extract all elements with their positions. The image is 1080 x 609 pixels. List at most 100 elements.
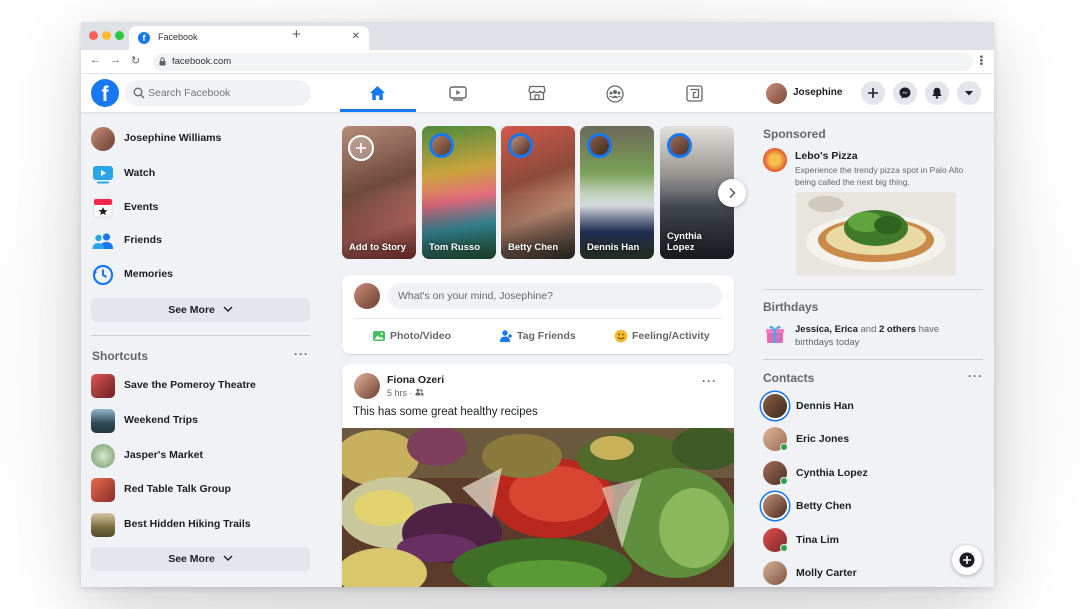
story-avatar: [429, 133, 454, 158]
groups-icon: [606, 85, 624, 103]
action-label: Feeling/Activity: [632, 330, 710, 342]
contact-name: Eric Jones: [796, 433, 850, 445]
tab-groups[interactable]: [577, 74, 653, 112]
tab-title: Facebook: [158, 32, 198, 42]
story-card[interactable]: Dennis Han: [580, 126, 654, 259]
story-avatar: [508, 133, 533, 158]
contact-item[interactable]: Eric Jones: [763, 426, 963, 454]
stories-next-button[interactable]: [718, 179, 746, 207]
tag-friends-button[interactable]: Tag Friends: [499, 328, 589, 346]
notifications-button[interactable]: [925, 81, 949, 105]
post-composer: What's on your mind, Josephine? Photo/Vi…: [342, 275, 734, 354]
story-name: Cynthia Lopez: [667, 231, 702, 253]
url-text: facebook.com: [172, 56, 232, 67]
reload-icon[interactable]: ↻: [131, 54, 140, 67]
tab-gaming[interactable]: [657, 74, 733, 112]
store-icon: [528, 85, 546, 101]
shortcuts-options-icon[interactable]: ···: [294, 347, 309, 361]
messenger-button[interactable]: [893, 81, 917, 105]
facebook-header: f Josephine: [81, 74, 994, 112]
sponsored-ad[interactable]: Lebo's Pizza Experience the trendy pizza…: [763, 148, 983, 278]
birthdays-notice[interactable]: Jessica, Erica and 2 others have birthda…: [763, 322, 983, 352]
contact-item[interactable]: Tina Lim: [763, 527, 963, 555]
forward-icon[interactable]: →: [110, 54, 121, 66]
shortcut-label: Best Hidden Hiking Trails: [124, 518, 251, 530]
browser-menu-icon[interactable]: •••: [975, 55, 986, 66]
contact-item[interactable]: Dennis Han: [763, 393, 963, 421]
browser-tab[interactable]: f Facebook ✕: [129, 26, 369, 50]
sponsored-title: Sponsored: [763, 127, 826, 141]
search-box[interactable]: [125, 80, 311, 106]
chevron-right-icon: [729, 187, 736, 199]
feeling-icon: [614, 329, 628, 343]
action-label: Tag Friends: [517, 330, 576, 342]
post-timestamp[interactable]: 5 hrs ·: [387, 388, 424, 398]
tab-watch[interactable]: [420, 74, 496, 112]
shortcut-label: Jasper's Market: [124, 449, 203, 461]
events-icon: [93, 198, 113, 218]
shortcut-item[interactable]: Jasper's Market: [91, 441, 311, 471]
birthday-names: Jessica, Erica: [795, 324, 858, 335]
feeling-activity-button[interactable]: Feeling/Activity: [614, 328, 724, 346]
avatar: [354, 283, 380, 309]
tab-close-icon[interactable]: ✕: [352, 31, 360, 42]
contacts-title: Contacts: [763, 371, 815, 385]
search-input[interactable]: [148, 85, 303, 101]
story-avatar: [667, 133, 692, 158]
account-menu-button[interactable]: [957, 81, 981, 105]
right-divider: [763, 359, 983, 360]
sidebar-item-label: Josephine Williams: [124, 132, 222, 144]
see-more-button[interactable]: See More: [91, 298, 310, 322]
new-message-button[interactable]: [952, 545, 982, 575]
profile-name: Josephine: [793, 87, 843, 98]
close-window-button[interactable]: [89, 31, 98, 40]
story-name: Betty Chen: [508, 242, 559, 253]
post-options-icon[interactable]: ···: [702, 374, 717, 388]
tab-home[interactable]: [340, 74, 416, 112]
avatar[interactable]: [354, 373, 380, 399]
contact-item[interactable]: Betty Chen: [763, 493, 963, 521]
sidebar-item-profile[interactable]: Josephine Williams: [91, 124, 311, 154]
post-author[interactable]: Fiona Ozeri: [387, 374, 444, 386]
sidebar-item-watch[interactable]: Watch: [91, 159, 311, 189]
composer-input[interactable]: What's on your mind, Josephine?: [388, 283, 722, 309]
ad-image: [796, 192, 956, 276]
story-card[interactable]: Tom Russo: [422, 126, 496, 259]
minimize-window-button[interactable]: [102, 31, 111, 40]
shortcut-item[interactable]: Best Hidden Hiking Trails: [91, 510, 311, 540]
post-photo[interactable]: [342, 428, 734, 587]
friends-audience-icon: [415, 388, 424, 396]
contact-name: Dennis Han: [796, 400, 854, 412]
plus-icon: [356, 143, 366, 153]
contacts-options-icon[interactable]: ···: [968, 369, 983, 383]
story-card-add[interactable]: Add to Story: [342, 126, 416, 259]
birthdays-title: Birthdays: [763, 300, 819, 314]
shortcut-item[interactable]: Save the Pomeroy Theatre: [91, 371, 311, 401]
new-tab-button[interactable]: +: [292, 26, 301, 43]
photo-video-button[interactable]: Photo/Video: [372, 328, 462, 346]
shortcut-label: Red Table Talk Group: [124, 483, 231, 495]
ad-logo-icon: [763, 148, 787, 172]
contact-item[interactable]: Molly Carter: [763, 560, 963, 587]
shortcut-item[interactable]: Red Table Talk Group: [91, 475, 311, 505]
shortcuts-title: Shortcuts: [92, 349, 149, 363]
url-field[interactable]: facebook.com: [153, 53, 973, 71]
chevron-down-icon: [223, 555, 233, 561]
add-story-button[interactable]: [348, 135, 374, 161]
tab-marketplace[interactable]: [499, 74, 575, 112]
sidebar-item-memories[interactable]: Memories: [91, 260, 311, 290]
shortcut-item[interactable]: Weekend Trips: [91, 406, 311, 436]
back-icon[interactable]: ←: [90, 54, 101, 66]
story-card[interactable]: Betty Chen: [501, 126, 575, 259]
facebook-logo-icon[interactable]: f: [91, 79, 119, 107]
sidebar-item-events[interactable]: Events: [91, 193, 311, 223]
stories-tray: Add to Story Tom Russo Betty Chen Dennis…: [342, 126, 734, 259]
shortcuts-see-more-button[interactable]: See More: [91, 547, 310, 571]
contact-item[interactable]: Cynthia Lopez: [763, 460, 963, 488]
create-button[interactable]: [861, 81, 885, 105]
messenger-icon: [899, 87, 911, 99]
sidebar-item-friends[interactable]: Friends: [91, 226, 311, 256]
tag-friends-icon: [500, 330, 512, 342]
gift-icon: [766, 325, 784, 343]
maximize-window-button[interactable]: [115, 31, 124, 40]
